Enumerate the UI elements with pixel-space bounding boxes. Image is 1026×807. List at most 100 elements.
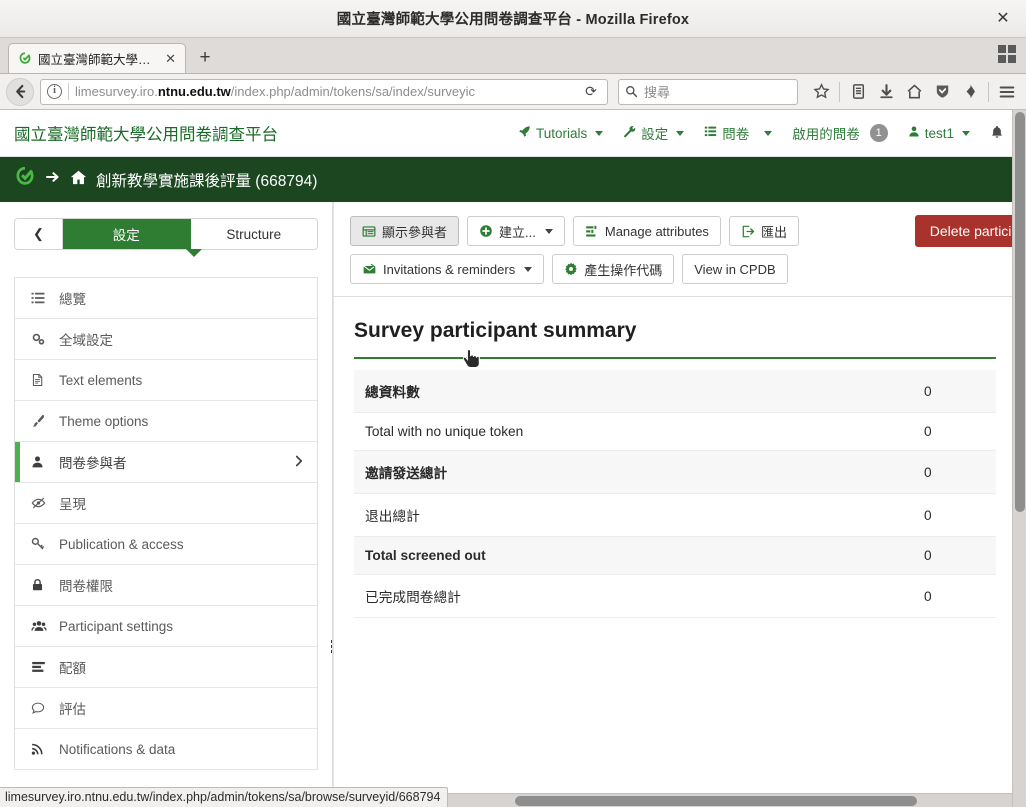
bookmark-star-icon[interactable] [808, 79, 834, 105]
vertical-scroll-thumb[interactable] [1015, 112, 1025, 512]
url-divider [68, 83, 69, 100]
sidebar-item-label: Text elements [59, 372, 143, 388]
tab-label: 國立臺灣師範大學公... [38, 53, 157, 67]
downloads-icon[interactable] [873, 79, 899, 105]
show-participants-button[interactable]: 顯示參與者 [350, 216, 460, 246]
envelope-icon [362, 263, 377, 276]
shield-icon[interactable] [929, 79, 955, 105]
row-value: 0 [924, 450, 996, 494]
participant-summary-table: 總資料數 0 Total with no unique token 0 邀請發送… [354, 370, 996, 618]
status-bar-link: limesurvey.iro.ntnu.edu.tw/index.php/adm… [0, 787, 449, 807]
table-row: 總資料數 0 [354, 370, 996, 413]
row-value: 0 [924, 493, 996, 537]
icon-divider-2 [988, 81, 989, 102]
sidebar-menu-list: 總覽 全域設定 Text elements Theme options 問卷參與… [14, 277, 318, 770]
generate-tokens-button[interactable]: 產生操作代碼 [552, 254, 675, 284]
table-row: 邀請發送總計 0 [354, 450, 996, 494]
invitations-reminders-button[interactable]: Invitations & reminders [350, 254, 545, 284]
table-icon [362, 225, 376, 238]
list-ul-icon [31, 291, 51, 305]
url-bar[interactable]: i limesurvey.iro.ntnu.edu.tw/index.php/a… [40, 78, 608, 105]
lock-icon [31, 578, 51, 592]
nav-item-active-surveys[interactable]: 啟用的問卷 1 [792, 123, 888, 143]
tab-close-icon[interactable]: ✕ [162, 51, 179, 67]
sidebar-item-global-settings[interactable]: 全域設定 [15, 319, 317, 360]
sidebar-item-label: 問卷參與者 [59, 456, 127, 471]
sidebar-item-survey-permissions[interactable]: 問卷權限 [15, 565, 317, 606]
tab-settings[interactable]: 設定 [63, 219, 191, 249]
back-button[interactable] [6, 77, 34, 106]
url-text: limesurvey.iro.ntnu.edu.tw/index.php/adm… [75, 84, 573, 99]
sidebar-item-text-elements[interactable]: Text elements [15, 360, 317, 401]
sidebar-item-quotas[interactable]: 配額 [15, 647, 317, 688]
button-label: Invitations & reminders [383, 261, 516, 277]
paint-brush-icon [31, 414, 51, 428]
rss-icon [31, 742, 51, 756]
sidebar-collapse-button[interactable]: ❮ [15, 219, 63, 249]
sidebar-item-notifications-data[interactable]: Notifications & data [15, 729, 317, 770]
new-tab-button[interactable]: + [190, 43, 220, 73]
delete-participants-button[interactable]: Delete participa [914, 215, 1026, 247]
sidebar-item-presentation[interactable]: 呈現 [15, 483, 317, 524]
navbar-items: Tutorials 設定 問卷 啟用的問卷 1 test1 [518, 123, 1012, 143]
sidebar-item-label: Publication & access [59, 536, 184, 552]
settings-sidebar: ❮ 設定 Structure 總覽 全域設定 Text elements The… [0, 202, 333, 807]
nav-item-notifications[interactable] [990, 125, 1004, 142]
sidebar-item-theme-options[interactable]: Theme options [15, 401, 317, 442]
table-row: 已完成問卷總計 0 [354, 574, 996, 618]
sidebar-item-label: 問卷權限 [59, 579, 113, 594]
sidebar-item-publication-access[interactable]: Publication & access [15, 524, 317, 565]
home-icon[interactable] [70, 169, 87, 191]
nav-label: 問卷 [722, 127, 750, 142]
active-surveys-badge: 1 [869, 124, 888, 142]
browser-search-bar[interactable]: 搜尋 [618, 78, 798, 105]
bell-icon [990, 125, 1004, 142]
manage-attributes-button[interactable]: Manage attributes [572, 216, 721, 246]
limesurvey-logo-icon[interactable] [14, 166, 36, 193]
chevron-down-icon [962, 130, 970, 136]
reload-icon[interactable]: ⟳ [579, 83, 603, 100]
sidebar-item-survey-participants[interactable]: 問卷參與者 [15, 442, 317, 483]
table-row: Total screened out 0 [354, 536, 996, 575]
page-vertical-scrollbar[interactable] [1012, 110, 1026, 807]
tab-structure[interactable]: Structure [190, 219, 317, 249]
nav-item-tutorials[interactable]: Tutorials [518, 125, 604, 141]
toolbar-row-2: Invitations & reminders 產生操作代碼 View in C… [350, 254, 1010, 284]
library-icon[interactable] [845, 79, 871, 105]
active-tab-pointer [186, 249, 202, 257]
sidebar-item-assessments[interactable]: 評估 [15, 688, 317, 729]
window-title: 國立臺灣師範大學公用問卷調查平台 - Mozilla Firefox [336, 12, 690, 28]
sidebar-item-label: Participant settings [59, 618, 174, 634]
url-host: ntnu.edu.tw [157, 84, 231, 99]
icon-divider [839, 81, 840, 102]
home-icon[interactable] [901, 79, 927, 105]
window-close-icon[interactable]: ✕ [992, 8, 1014, 30]
tab-overview-icon[interactable] [998, 45, 1016, 63]
url-prefix: limesurvey.iro. [75, 84, 158, 99]
browser-tab[interactable]: 國立臺灣師範大學公... ✕ [8, 43, 186, 73]
nav-label: test1 [924, 125, 954, 141]
view-in-cpdb-button[interactable]: View in CPDB [682, 254, 788, 284]
sidebar-item-label: 全域設定 [59, 333, 113, 348]
sync-icon[interactable] [957, 79, 983, 105]
nav-item-surveys[interactable]: 問卷 [704, 123, 773, 143]
sidebar-item-label: Theme options [59, 413, 149, 429]
chevron-down-icon [595, 130, 604, 136]
hamburger-menu-icon[interactable] [994, 79, 1020, 105]
table-row: 退出總計 0 [354, 493, 996, 537]
nav-item-settings[interactable]: 設定 [623, 123, 685, 143]
export-button[interactable]: 匯出 [728, 216, 799, 246]
chevron-down-icon [676, 130, 685, 136]
firefox-window: 國立臺灣師範大學公用問卷調查平台 - Mozilla Firefox ✕ 國立臺… [0, 0, 1026, 807]
create-button[interactable]: 建立... [467, 216, 565, 246]
row-value: 0 [924, 574, 996, 618]
site-info-icon[interactable]: i [47, 84, 62, 99]
sliders-icon [585, 225, 599, 238]
nav-item-user[interactable]: test1 [908, 125, 970, 141]
horizontal-scroll-thumb[interactable] [515, 796, 917, 806]
sidebar-item-overview[interactable]: 總覽 [15, 278, 317, 319]
search-icon [626, 86, 638, 98]
site-brand[interactable]: 國立臺灣師範大學公用問卷調查平台 [14, 121, 278, 145]
limesurvey-navbar: 國立臺灣師範大學公用問卷調查平台 Tutorials 設定 問卷 啟用的問卷 1… [0, 110, 1026, 157]
sidebar-item-participant-settings[interactable]: Participant settings [15, 606, 317, 647]
